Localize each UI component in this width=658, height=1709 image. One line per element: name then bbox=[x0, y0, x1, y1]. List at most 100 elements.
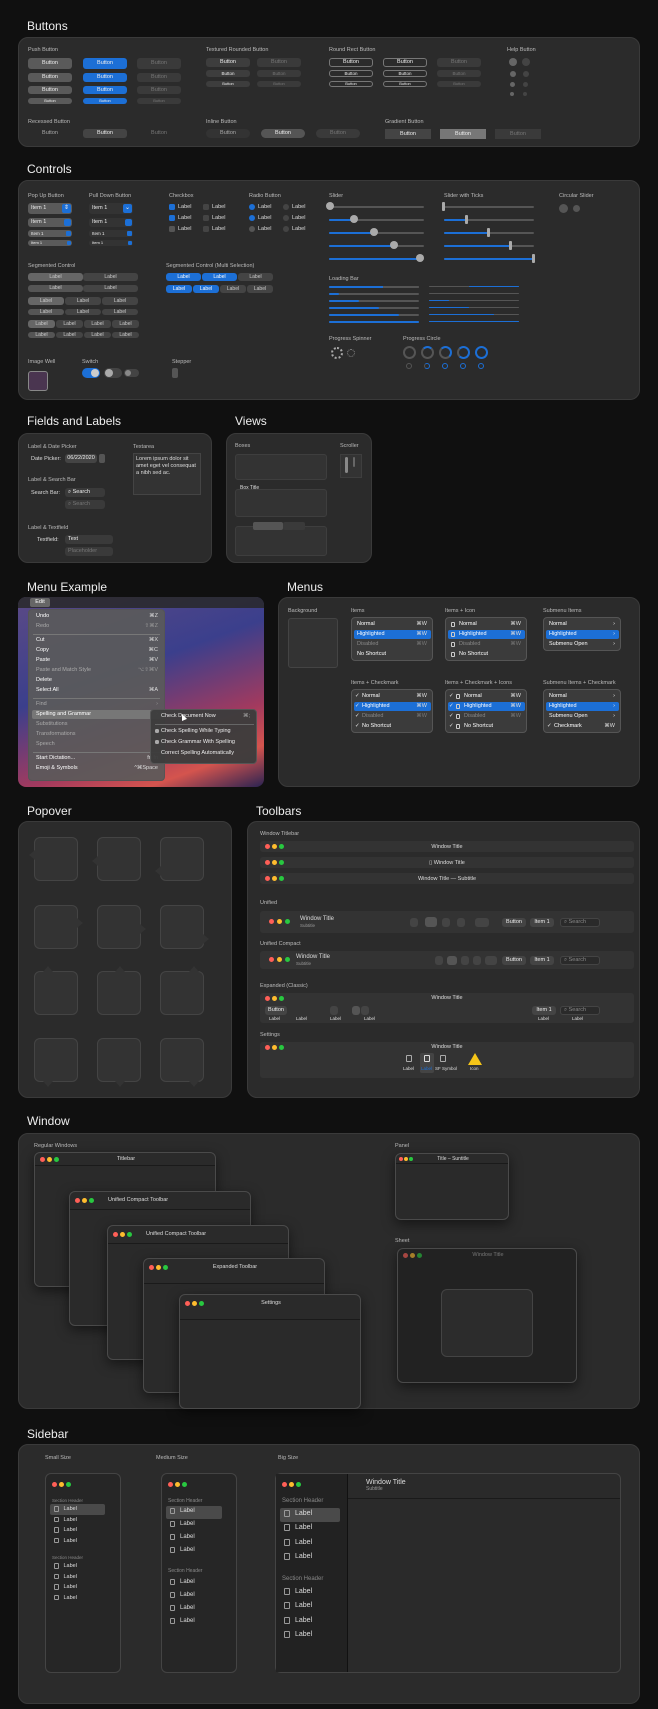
toolbar-icon-button[interactable] bbox=[447, 956, 457, 965]
submenu-item[interactable]: Check Grammar With Spelling bbox=[161, 739, 235, 745]
segment[interactable]: Label bbox=[220, 285, 246, 293]
minimize-button[interactable] bbox=[289, 1482, 294, 1487]
checkbox[interactable] bbox=[155, 729, 159, 733]
scrollbar-thumb[interactable] bbox=[345, 457, 348, 473]
close-button[interactable] bbox=[282, 1482, 287, 1487]
tick-slider-knob[interactable] bbox=[487, 228, 490, 237]
push-button[interactable]: Button bbox=[28, 58, 72, 69]
roundrect-button[interactable]: Button bbox=[383, 58, 427, 67]
segment-selected[interactable]: Label bbox=[202, 273, 237, 281]
date-picker-field[interactable]: 06/22/2020 bbox=[65, 454, 97, 463]
sidebar-item-label[interactable]: Label bbox=[295, 1617, 312, 1624]
segment-selected[interactable]: Label bbox=[166, 285, 192, 293]
zoom-button[interactable] bbox=[66, 1482, 71, 1487]
sidebar-item-label[interactable]: Label bbox=[295, 1539, 312, 1546]
toolbar-button[interactable]: Button bbox=[502, 956, 526, 965]
menu-item[interactable]: Undo bbox=[36, 613, 49, 619]
toolbar-icon-button[interactable] bbox=[361, 1006, 369, 1015]
menu-item[interactable]: Select All bbox=[36, 687, 59, 693]
menu-item[interactable]: Highlighted bbox=[357, 631, 385, 637]
roundrect-button[interactable]: Button bbox=[383, 70, 427, 77]
segment-selected[interactable]: Label bbox=[28, 309, 64, 315]
recessed-button[interactable]: Button bbox=[28, 129, 72, 138]
help-button-icon[interactable] bbox=[523, 92, 527, 96]
segment-selected[interactable]: Label bbox=[28, 320, 55, 328]
tick-slider-knob[interactable] bbox=[442, 202, 445, 211]
sidebar-item-label[interactable]: Label bbox=[180, 1521, 195, 1527]
sidebar-item-label[interactable]: Label bbox=[64, 1506, 77, 1512]
popup-button[interactable]: Item 1 bbox=[28, 240, 72, 246]
warning-icon[interactable] bbox=[468, 1053, 482, 1065]
toolbar-icon-button[interactable] bbox=[461, 956, 469, 965]
slider-knob[interactable] bbox=[350, 215, 358, 223]
inline-button[interactable]: Button bbox=[261, 129, 305, 138]
segment-selected[interactable]: Label bbox=[193, 285, 219, 293]
submenu-item[interactable]: Correct Spelling Automatically bbox=[161, 750, 234, 756]
menu-item[interactable]: Highlighted bbox=[362, 703, 390, 709]
push-button-blue[interactable]: Button bbox=[83, 58, 127, 69]
help-button-icon[interactable] bbox=[509, 58, 517, 66]
slider-knob[interactable] bbox=[390, 241, 398, 249]
gradient-button[interactable]: Button bbox=[440, 129, 486, 139]
menu-item[interactable]: Emoji & Symbols bbox=[36, 765, 78, 771]
scroller[interactable] bbox=[340, 454, 362, 478]
sidebar-item-label[interactable]: Label bbox=[295, 1553, 312, 1560]
tick-slider-knob[interactable] bbox=[532, 254, 535, 263]
segment-selected[interactable]: Label bbox=[28, 297, 64, 305]
sidebar-item-label[interactable]: Label bbox=[64, 1574, 77, 1580]
toolbar-icon-button[interactable] bbox=[475, 918, 489, 927]
minimize-button[interactable] bbox=[59, 1482, 64, 1487]
segment[interactable]: Label bbox=[65, 309, 101, 315]
sidebar-item-label[interactable]: Label bbox=[180, 1547, 195, 1553]
minimize-button[interactable] bbox=[175, 1482, 180, 1487]
settings-tab-icon[interactable] bbox=[406, 1055, 412, 1062]
recessed-button[interactable]: Button bbox=[83, 129, 127, 138]
sidebar-item-label[interactable]: Label bbox=[180, 1605, 195, 1611]
roundrect-button[interactable]: Button bbox=[329, 81, 373, 87]
stepper-icon[interactable] bbox=[99, 454, 105, 463]
segment-selected[interactable]: Label bbox=[166, 273, 201, 281]
slider-knob[interactable] bbox=[416, 254, 424, 262]
sidebar-item-label[interactable]: Label bbox=[64, 1584, 77, 1590]
toolbar-icon-button[interactable] bbox=[435, 956, 443, 965]
switch-off[interactable] bbox=[104, 368, 122, 378]
radio-unselected[interactable] bbox=[249, 226, 255, 232]
close-button[interactable] bbox=[52, 1482, 57, 1487]
switch-on[interactable] bbox=[82, 368, 100, 378]
toolbar-icon-button[interactable] bbox=[425, 917, 437, 927]
search-field[interactable]: ⌕ Search bbox=[65, 488, 105, 497]
text-field-placeholder[interactable]: Placeholder bbox=[65, 547, 113, 556]
menu-item[interactable]: Normal bbox=[549, 693, 567, 699]
toolbar-icon-button[interactable] bbox=[410, 918, 418, 927]
toolbar-search[interactable]: ⌕ Search bbox=[560, 918, 600, 927]
toolbar-button[interactable]: Button bbox=[502, 918, 526, 927]
image-well[interactable] bbox=[28, 371, 48, 391]
sidebar-item-label[interactable]: Label bbox=[295, 1510, 312, 1517]
help-button-icon[interactable] bbox=[510, 92, 514, 96]
pulldown-button[interactable]: Item 1 bbox=[89, 240, 133, 246]
segment[interactable]: Label bbox=[83, 273, 138, 281]
pulldown-button[interactable]: Item 1 ⌄ bbox=[89, 203, 133, 214]
roundrect-button[interactable]: Button bbox=[383, 81, 427, 87]
menu-item[interactable]: Copy bbox=[36, 647, 49, 653]
help-button-icon[interactable] bbox=[523, 71, 529, 77]
toolbar-icon-button[interactable] bbox=[352, 1006, 360, 1015]
toolbar-icon-button[interactable] bbox=[330, 1006, 338, 1015]
menu-item[interactable]: Normal bbox=[464, 693, 482, 699]
scrollbar-thumb[interactable] bbox=[353, 457, 355, 467]
menu-item[interactable]: Highlighted bbox=[549, 631, 577, 637]
sidebar-item-label[interactable]: Label bbox=[295, 1631, 312, 1638]
menu-item[interactable]: Checkmark bbox=[554, 723, 582, 729]
pulldown-button[interactable]: Item 1 bbox=[89, 230, 133, 237]
menu-item[interactable]: Normal bbox=[549, 621, 567, 627]
menu-item[interactable]: No Shortcut bbox=[362, 723, 391, 729]
help-button-icon[interactable] bbox=[510, 82, 515, 87]
textarea[interactable]: Lorem ipsum dolor sit amet eget vel cons… bbox=[133, 453, 201, 495]
submenu-item[interactable]: Check Document Now bbox=[161, 713, 216, 719]
menu-item[interactable]: Normal bbox=[459, 621, 477, 627]
zoom-button[interactable] bbox=[296, 1482, 301, 1487]
segment-selected[interactable]: Label bbox=[28, 285, 83, 292]
checkbox-checked[interactable] bbox=[169, 204, 175, 210]
toolbar-icon-button[interactable] bbox=[473, 956, 481, 965]
sidebar-item-label[interactable]: Label bbox=[295, 1524, 312, 1531]
